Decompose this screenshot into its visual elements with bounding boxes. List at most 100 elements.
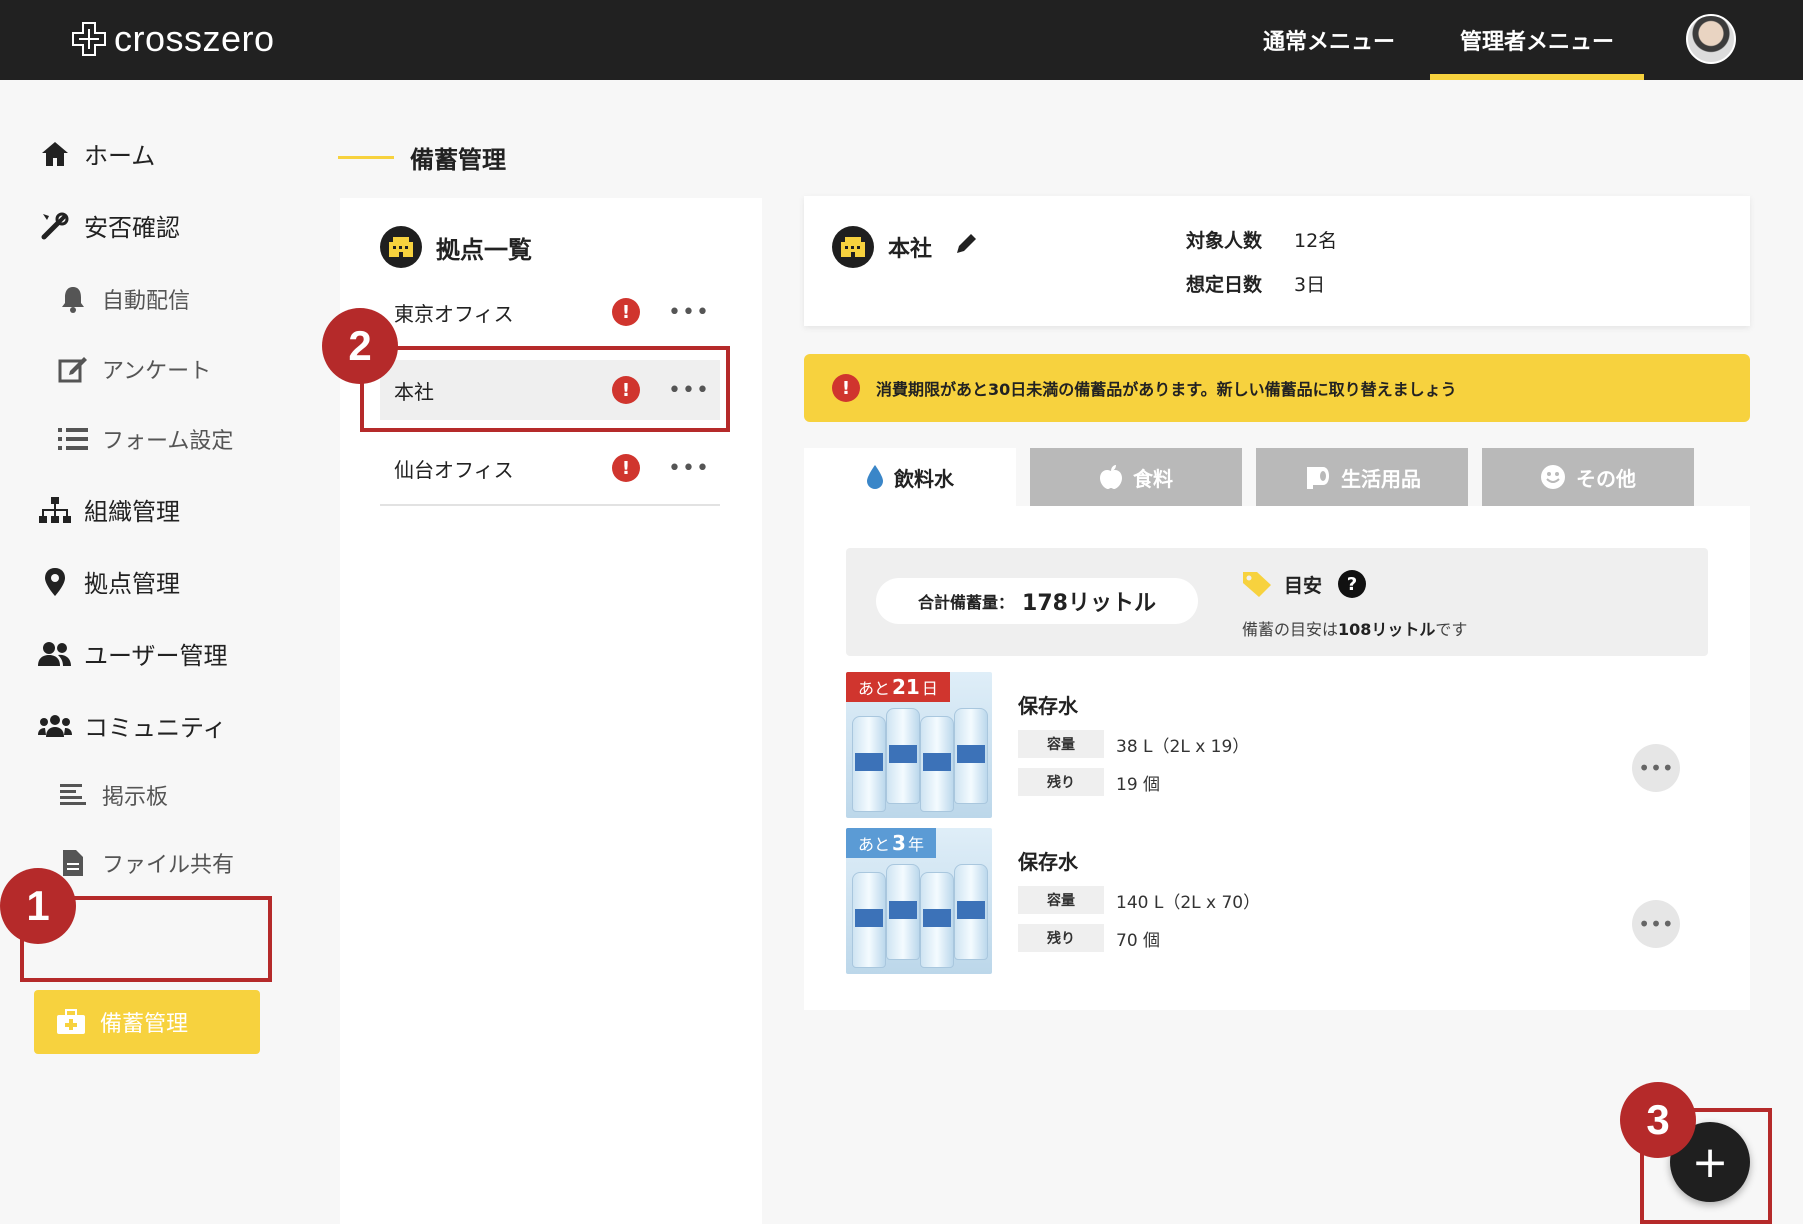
callout-badge-2: 2 — [322, 308, 398, 384]
sidebar-item-form-settings[interactable]: フォーム設定 — [56, 422, 233, 456]
guideline-prefix: 備蓄の目安は — [1242, 620, 1339, 639]
nav-normal-menu[interactable]: 通常メニュー — [1234, 0, 1424, 80]
ribbon-number: 21 — [892, 675, 920, 699]
alert-text: 消費期限があと30日未満の備蓄品があります。新しい備蓄品に取り替えましょう — [876, 380, 1457, 399]
guideline-heading: 目安 ? — [1242, 570, 1367, 598]
page-title: 備蓄管理 — [338, 140, 506, 175]
expiry-ribbon: あと 21 日 — [846, 672, 950, 702]
ribbon-suffix: 年 — [907, 835, 924, 854]
app-logo[interactable]: crosszero — [70, 18, 275, 60]
sidebar-item-home[interactable]: ホーム — [38, 136, 155, 171]
ribbon-number: 3 — [892, 831, 906, 855]
stock-item: あと 3 年 保存水 容量 140 L（2L x 70） 残り 70 個 ••• — [846, 828, 1708, 974]
capacity-label: 容量 — [1018, 886, 1104, 914]
guideline-amount: 108リットル — [1338, 620, 1436, 639]
remaining-label: 残り — [1018, 924, 1104, 952]
bell-icon — [56, 282, 90, 316]
capacity-row: 容量 38 L（2L x 19） — [1018, 730, 1249, 758]
sidebar-item-label: 拠点管理 — [84, 570, 180, 598]
location-list-heading: 拠点一覧 — [380, 226, 532, 268]
tab-other[interactable]: その他 — [1482, 448, 1694, 506]
location-row-sendai[interactable]: 仙台オフィス ! ••• — [380, 438, 720, 498]
total-stock-value: 178リットル — [1022, 591, 1156, 616]
ribbon-prefix: あと — [858, 835, 891, 854]
capacity-value: 38 L（2L x 19） — [1116, 736, 1250, 757]
guideline-label: 目安 — [1284, 574, 1323, 597]
user-avatar[interactable] — [1686, 14, 1736, 64]
sidebar-item-users[interactable]: ユーザー管理 — [38, 636, 228, 671]
sidebar-item-organization[interactable]: 組織管理 — [38, 492, 180, 527]
sidebar-item-stockpile[interactable]: 備蓄管理 — [34, 990, 260, 1054]
stock-summary: 合計備蓄量： 178リットル 目安 ? 備蓄の目安は108リットルです — [846, 548, 1708, 656]
sidebar-item-label: ホーム — [84, 142, 156, 170]
sidebar-item-label: コミュニティ — [84, 714, 227, 742]
tools-icon — [38, 209, 72, 243]
edit-icon — [56, 352, 90, 386]
remaining-row: 残り 19 個 — [1018, 768, 1160, 796]
tab-drinking-water[interactable]: 飲料水 — [804, 448, 1016, 506]
warning-icon: ! — [832, 374, 860, 402]
ribbon-prefix: あと — [858, 679, 891, 698]
remaining-label: 残り — [1018, 768, 1104, 796]
expiry-ribbon: あと 3 年 — [846, 828, 936, 858]
item-more-button[interactable]: ••• — [1632, 744, 1680, 792]
callout-box-2 — [360, 346, 730, 432]
sidebar-item-file-share[interactable]: ファイル共有 — [56, 846, 234, 880]
sidebar-item-community[interactable]: コミュニティ — [38, 708, 227, 743]
sidebar-item-label: 安否確認 — [84, 214, 180, 242]
tab-food[interactable]: 食料 — [1030, 448, 1242, 506]
total-stock-pill: 合計備蓄量： 178リットル — [876, 578, 1198, 624]
sidebar-item-label: ユーザー管理 — [84, 642, 228, 670]
sidebar-item-label: アンケート — [102, 359, 212, 384]
map-pin-icon — [38, 565, 72, 599]
more-options-icon[interactable]: ••• — [668, 300, 710, 325]
bottle-graphic — [954, 864, 988, 960]
sidebar-item-label: フォーム設定 — [102, 429, 234, 454]
item-name: 保存水 — [1018, 850, 1078, 874]
location-name: 東京オフィス — [394, 301, 514, 326]
bottle-graphic — [852, 872, 886, 968]
tag-icon — [1242, 570, 1272, 598]
guideline-suffix: です — [1435, 620, 1468, 639]
bottle-graphic — [920, 716, 954, 812]
nav-admin-menu[interactable]: 管理者メニュー — [1430, 0, 1644, 80]
more-options-icon[interactable]: ••• — [668, 456, 710, 481]
expiry-alert: ! 消費期限があと30日未満の備蓄品があります。新しい備蓄品に取り替えましょう — [804, 354, 1750, 422]
home-icon — [38, 137, 72, 171]
org-chart-icon — [38, 493, 72, 527]
sidebar-item-auto-delivery[interactable]: 自動配信 — [56, 282, 190, 316]
capacity-row: 容量 140 L（2L x 70） — [1018, 886, 1260, 914]
callout-badge-1: 1 — [0, 868, 76, 944]
ribbon-suffix: 日 — [921, 679, 938, 698]
product-image[interactable]: あと 3 年 — [846, 828, 992, 974]
remaining-value: 70 個 — [1116, 930, 1161, 951]
logo-text: crosszero — [114, 18, 275, 59]
logo-mark-icon — [72, 22, 106, 56]
sidebar-item-label: 自動配信 — [102, 289, 191, 314]
capacity-value: 140 L（2L x 70） — [1116, 892, 1261, 913]
callout-badge-3: 3 — [1620, 1082, 1696, 1158]
remaining-value: 19 個 — [1116, 774, 1161, 795]
help-icon[interactable]: ? — [1338, 570, 1367, 598]
item-name: 保存水 — [1018, 694, 1078, 718]
product-image[interactable]: あと 21 日 — [846, 672, 992, 818]
sidebar-item-label: 備蓄管理 — [100, 1012, 189, 1037]
item-more-button[interactable]: ••• — [1632, 900, 1680, 948]
pencil-icon[interactable] — [954, 232, 978, 262]
water-drop-icon — [866, 464, 884, 490]
tab-daily-goods[interactable]: 生活用品 — [1256, 448, 1468, 506]
tab-label: 生活用品 — [1341, 466, 1421, 491]
tab-label: その他 — [1576, 466, 1636, 491]
sidebar-item-label: 掲示板 — [102, 785, 169, 810]
location-name: 仙台オフィス — [394, 457, 514, 482]
target-people-value: 12名 — [1294, 230, 1338, 252]
sidebar-item-board[interactable]: 掲示板 — [56, 778, 168, 812]
sidebar-item-locations[interactable]: 拠点管理 — [38, 564, 180, 599]
warning-icon: ! — [612, 298, 640, 326]
location-row-tokyo[interactable]: 東京オフィス ! ••• — [380, 282, 720, 342]
sidebar-item-safety[interactable]: 安否確認 — [38, 208, 180, 243]
target-people-label: 対象人数 — [1186, 230, 1263, 252]
users-icon — [38, 637, 72, 671]
sidebar-item-survey[interactable]: アンケート — [56, 352, 211, 386]
warning-icon: ! — [612, 454, 640, 482]
